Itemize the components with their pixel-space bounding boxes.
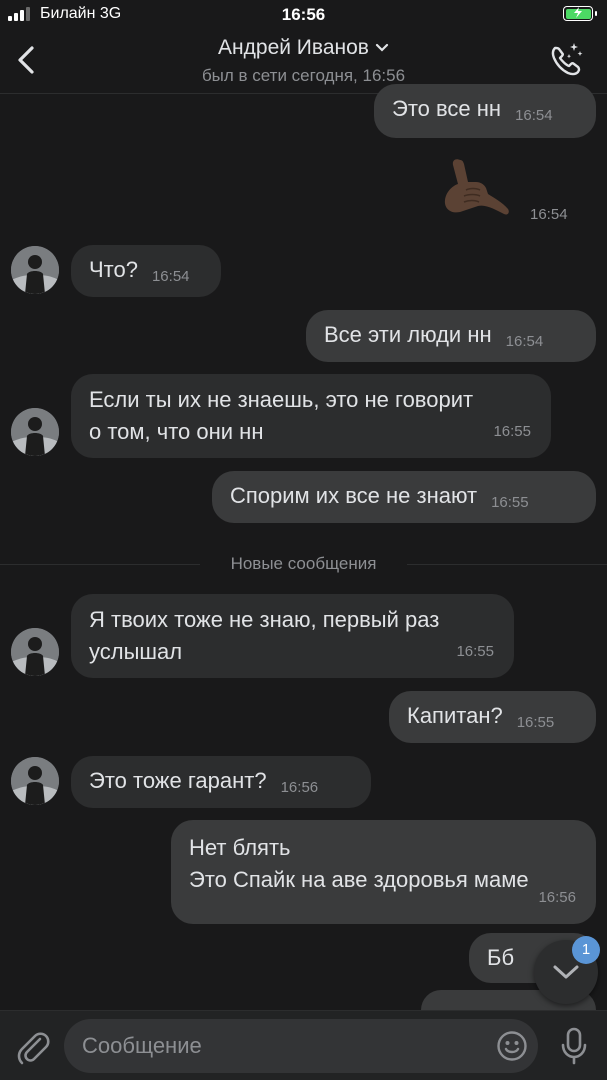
contact-status: был в сети сегодня, 16:56: [201, 66, 406, 85]
message-text: Все эти люди нн: [324, 322, 492, 347]
message-text-line: Это Спайк на аве здоровья маме: [189, 867, 529, 892]
microphone-icon[interactable]: [561, 1027, 587, 1065]
message-bubble-incoming[interactable]: Если ты их не знаешь, это не говорит о т…: [71, 374, 551, 458]
message-text: Капитан?: [407, 703, 503, 728]
paperclip-icon[interactable]: [16, 1029, 50, 1065]
unread-badge: 1: [572, 936, 600, 964]
message-text: Это тоже гарант?: [89, 768, 267, 793]
message-text-line: Нет блять: [189, 835, 291, 860]
message-bubble-outgoing[interactable]: Это все нн 16:54: [374, 84, 596, 138]
new-messages-divider: Новые сообщения: [0, 553, 607, 575]
message-field[interactable]: [64, 1019, 538, 1073]
message-text: Бб: [487, 945, 515, 970]
message-time: 16:56: [280, 779, 319, 796]
avatar[interactable]: [11, 246, 59, 294]
message-bubble-incoming[interactable]: Что? 16:54: [71, 245, 221, 297]
message-bubble-outgoing[interactable]: Капитан? 16:55: [389, 691, 596, 743]
message-bubble-outgoing[interactable]: Нет блять Это Спайк на аве здоровья маме…: [171, 820, 596, 924]
message-time: 16:55: [516, 714, 555, 731]
chevron-down-icon: [553, 965, 579, 979]
status-bar: Билайн 3G 16:56: [0, 0, 607, 28]
avatar[interactable]: [11, 408, 59, 456]
message-time: 16:56: [538, 889, 576, 906]
battery-icon: [563, 6, 597, 21]
message-text-line: Я твоих тоже не знаю, первый раз: [89, 607, 440, 632]
message-time: 16:55: [493, 423, 531, 440]
message-text: Спорим их все не знают: [230, 483, 478, 508]
chevron-down-icon: [375, 44, 389, 53]
message-text-line: о том, что они нн: [89, 419, 264, 444]
phone-call-icon[interactable]: [547, 40, 585, 80]
message-text-line: Если ты их не знаешь, это не говорит: [89, 387, 474, 412]
message-bubble-incoming[interactable]: Я твоих тоже не знаю, первый раз услышал…: [71, 594, 514, 678]
message-time: 16:54: [515, 107, 553, 124]
message-time: 16:54: [505, 333, 544, 350]
contact-name: Андрей Иванов: [218, 36, 369, 59]
composer-bar: [0, 1010, 607, 1080]
message-time: 16:54: [530, 206, 568, 223]
message-bubble-incoming[interactable]: Это тоже гарант? 16:56: [71, 756, 371, 808]
call-me-hand-emoji[interactable]: [438, 150, 510, 222]
message-input[interactable]: [82, 1019, 482, 1073]
message-bubble-outgoing[interactable]: Спорим их все не знают 16:55: [212, 471, 596, 523]
contact-name-button[interactable]: Андрей Иванов: [0, 36, 607, 60]
status-time: 16:56: [281, 5, 326, 24]
message-time: 16:55: [491, 494, 529, 511]
message-time: 16:55: [456, 643, 494, 660]
message-text-line: услышал: [89, 639, 183, 664]
avatar[interactable]: [11, 628, 59, 676]
message-time: 16:54: [151, 268, 190, 285]
message-bubble-outgoing[interactable]: Все эти люди нн 16:54: [306, 310, 596, 362]
avatar[interactable]: [11, 757, 59, 805]
message-text: Что?: [89, 257, 138, 282]
message-text: Это все нн: [392, 96, 502, 121]
smile-icon[interactable]: [496, 1030, 528, 1062]
